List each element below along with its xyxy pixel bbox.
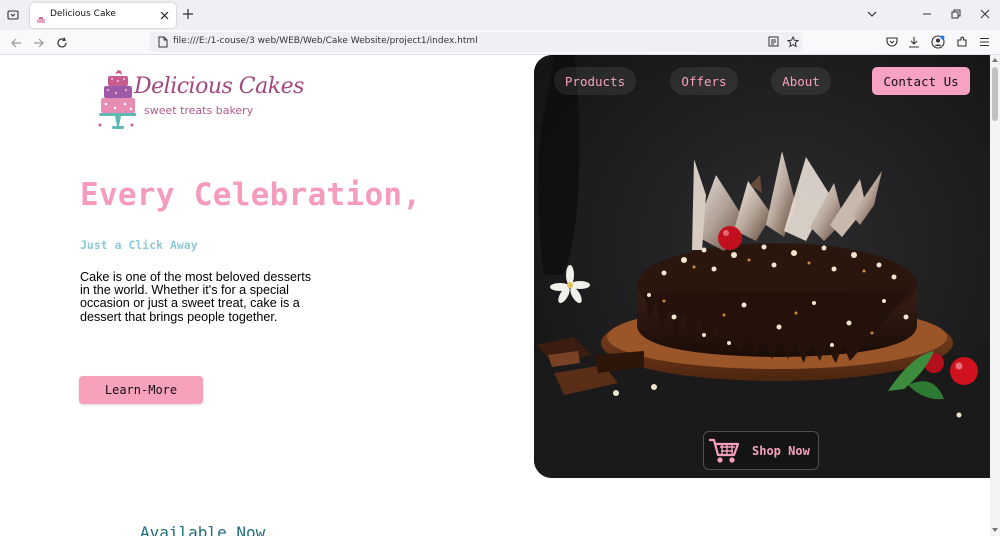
hero-description: Cake is one of the most beloved desserts… xyxy=(80,270,312,324)
reload-icon[interactable] xyxy=(54,35,70,51)
logo-title: Delicious Cakes xyxy=(134,74,304,99)
minimize-icon[interactable] xyxy=(920,7,934,21)
page-scrollbar[interactable] xyxy=(990,55,1000,536)
forward-icon[interactable] xyxy=(31,35,47,51)
scroll-down-icon[interactable] xyxy=(992,527,998,533)
learn-more-button[interactable]: Learn-More xyxy=(79,376,203,404)
hero-title: Every Celebration, xyxy=(80,177,422,213)
web-page: Delicious Cakes sweet treats bakery Ever… xyxy=(0,55,990,536)
restore-icon[interactable] xyxy=(949,7,963,21)
shopping-cart-icon xyxy=(708,437,740,465)
nav-about-link[interactable]: About xyxy=(771,67,831,95)
account-icon[interactable] xyxy=(930,34,945,49)
url-text[interactable]: file:///E:/1-couse/3 web/WEB/Web/Cake We… xyxy=(173,36,478,46)
navigation-bar: file:///E:/1-couse/3 web/WEB/Web/Cake We… xyxy=(0,30,1000,55)
site-logo[interactable]: Delicious Cakes sweet treats bakery xyxy=(96,68,304,136)
cake-logo-icon xyxy=(98,70,136,129)
extensions-icon[interactable] xyxy=(954,34,969,49)
logo-tagline: sweet treats bakery xyxy=(144,104,254,117)
nav-products-link[interactable]: Products xyxy=(554,67,636,95)
browser-tab[interactable]: Delicious Cake xyxy=(30,3,176,28)
address-bar[interactable]: file:///E:/1-couse/3 web/WEB/Web/Cake We… xyxy=(150,32,802,52)
shop-now-button[interactable]: Shop Now xyxy=(703,431,819,470)
hero-image-card: Products Offers About Contact Us Shop No… xyxy=(534,55,990,478)
tab-list-icon[interactable] xyxy=(4,6,22,24)
new-tab-icon[interactable] xyxy=(180,6,196,22)
section-heading: Available Now xyxy=(140,523,266,536)
nav-offers-link[interactable]: Offers xyxy=(670,67,738,95)
bookmark-star-icon[interactable] xyxy=(786,35,799,48)
menu-icon[interactable] xyxy=(977,34,992,49)
pocket-icon[interactable] xyxy=(884,34,899,49)
reader-view-icon[interactable] xyxy=(767,35,780,48)
favicon-icon xyxy=(36,11,46,23)
cake-photo xyxy=(534,55,990,478)
scroll-up-icon[interactable] xyxy=(992,57,998,63)
shop-now-label: Shop Now xyxy=(752,444,810,458)
hero-subtitle: Just a Click Away xyxy=(80,238,198,252)
back-icon[interactable] xyxy=(8,35,24,51)
download-icon[interactable] xyxy=(906,34,921,49)
tab-title: Delicious Cake xyxy=(50,9,116,19)
contact-us-button[interactable]: Contact Us xyxy=(872,67,970,95)
scrollbar-thumb[interactable] xyxy=(992,67,998,121)
close-window-icon[interactable] xyxy=(978,7,992,21)
tab-bar: Delicious Cake xyxy=(0,0,1000,30)
close-tab-icon[interactable] xyxy=(156,7,172,23)
file-icon xyxy=(156,35,169,48)
chevron-down-icon[interactable] xyxy=(865,7,879,21)
